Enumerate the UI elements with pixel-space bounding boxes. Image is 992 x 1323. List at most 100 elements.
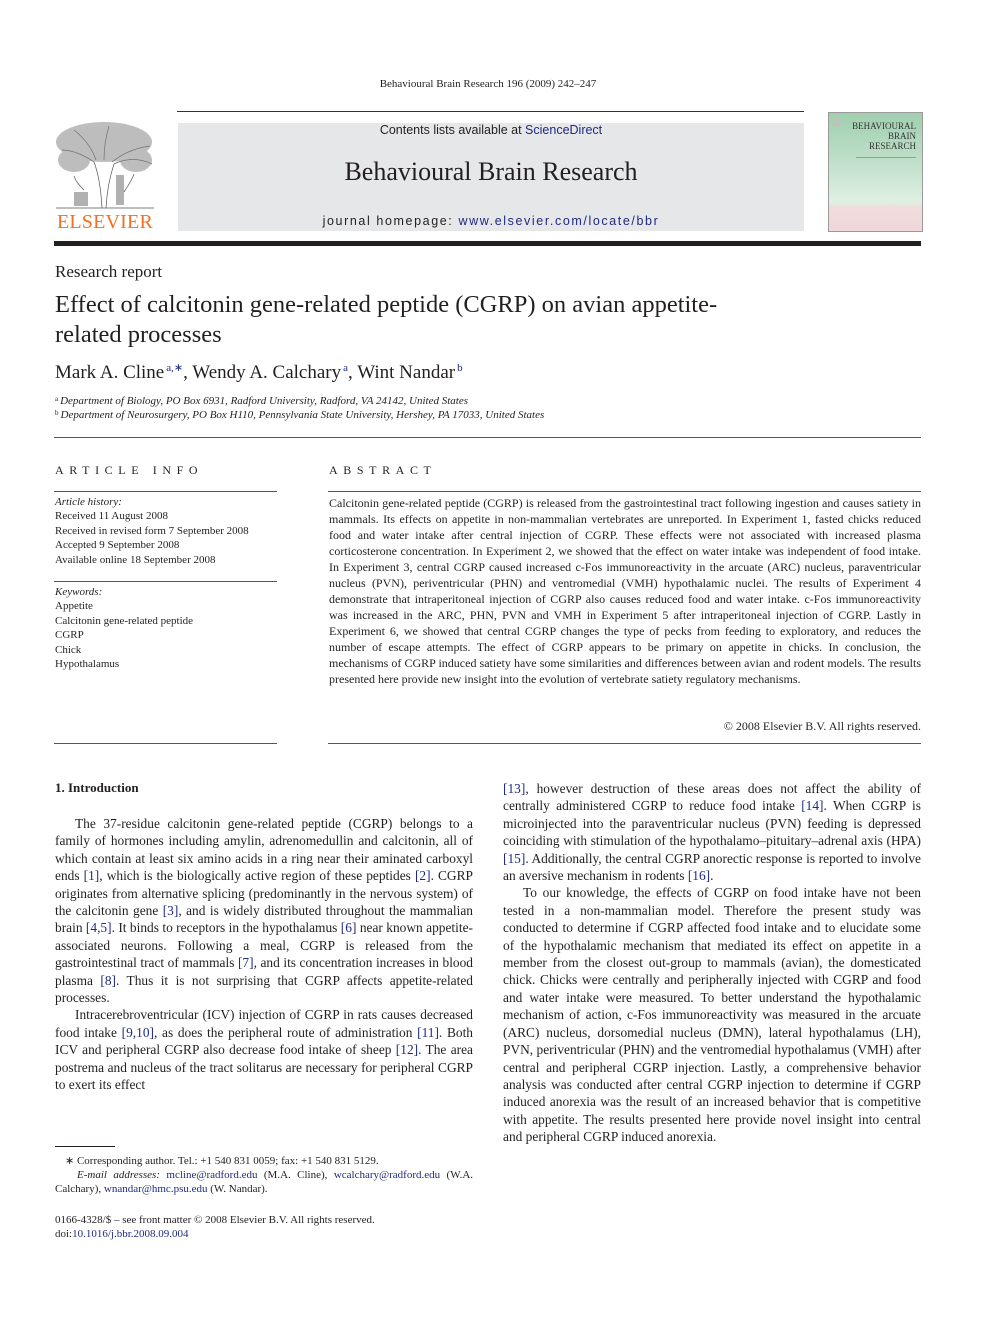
citation-link[interactable]: [1]: [84, 868, 100, 883]
affiliation-mark: a: [55, 395, 59, 403]
author-affiliation-mark[interactable]: a,∗: [166, 362, 183, 374]
journal-title: Behavioural Brain Research: [344, 157, 638, 186]
citation-link[interactable]: [12]: [396, 1042, 418, 1057]
homepage-line: journal homepage: www.elsevier.com/locat…: [178, 214, 804, 228]
keyword: CGRP: [55, 629, 84, 642]
body-column-right: [13], however destruction of these areas…: [503, 780, 921, 1146]
article-title: Effect of calcitonin gene-related peptid…: [55, 291, 718, 348]
citation-link[interactable]: [8]: [100, 973, 116, 988]
body-column-left: The 37-residue calcitonin gene-related p…: [55, 815, 473, 1094]
author-name: Wint Nandar: [357, 362, 456, 383]
author-affiliation-mark[interactable]: b: [457, 362, 463, 374]
section-divider: [54, 437, 921, 438]
elsevier-wordmark: ELSEVIER: [56, 211, 154, 233]
author-name: Mark A. Cline: [55, 362, 165, 383]
citation-link[interactable]: [4,5]: [86, 920, 112, 935]
citation-link[interactable]: [2]: [415, 868, 431, 883]
journal-cover-thumbnail[interactable]: BEHAVIOURAL BRAIN RESEARCH: [828, 112, 923, 232]
doi-link[interactable]: 10.1016/j.bbr.2008.09.004: [72, 1228, 188, 1240]
paragraph: [13], however destruction of these areas…: [503, 780, 921, 884]
homepage-prefix: journal homepage:: [322, 214, 459, 228]
article-history-label: Article history:: [55, 496, 122, 508]
footnote-rule: [55, 1146, 115, 1147]
affiliation-mark: b: [55, 409, 59, 417]
section-heading-introduction: 1. Introduction: [55, 780, 139, 795]
cover-title-line: RESEARCH: [868, 141, 916, 151]
history-entry: Received 11 August 2008: [55, 510, 168, 523]
sciencedirect-link[interactable]: ScienceDirect: [525, 123, 602, 137]
cover-title-line: BRAIN: [887, 131, 916, 141]
article-info-divider: [54, 491, 277, 492]
masthead-bottom-rule: [54, 241, 921, 246]
contents-line: Contents lists available at ScienceDirec…: [178, 123, 804, 137]
tree-icon: [56, 122, 154, 209]
corresponding-author-note: ∗ Corresponding author. Tel.: +1 540 831…: [65, 1155, 379, 1167]
email-owner: (M.A. Cline),: [263, 1169, 328, 1181]
email-owner: (W. Nandar).: [210, 1183, 268, 1196]
citation-link[interactable]: [13]: [503, 781, 525, 796]
keyword: Calcitonin gene-related peptide: [55, 614, 194, 627]
article-info-divider: [54, 743, 277, 744]
running-head: Behavioural Brain Research 196 (2009) 24…: [379, 78, 597, 90]
paragraph: The 37-residue calcitonin gene-related p…: [55, 815, 473, 1006]
email-label: E-mail addresses:: [77, 1169, 160, 1181]
article-type: Research report: [55, 262, 163, 281]
cover-title: BEHAVIOURAL BRAIN RESEARCH: [852, 121, 916, 151]
history-entry: Received in revised form 7 September 200…: [55, 524, 249, 537]
author-list: Mark A. Cline a,∗, Wendy A. Calchary a, Wi…: [55, 361, 463, 384]
doi-prefix: doi:: [55, 1228, 73, 1240]
article-info-heading: ARTICLE INFO: [55, 463, 204, 477]
cover-logo-icon: [833, 117, 841, 127]
citation-link[interactable]: [11]: [417, 1025, 439, 1040]
email-link[interactable]: mcline@radford.edu: [166, 1169, 257, 1181]
paragraph-text: , which is the biologically active regio…: [99, 868, 415, 884]
keywords-label: Keywords:: [55, 586, 103, 598]
citation-link[interactable]: [3]: [163, 903, 179, 918]
citation-link[interactable]: [9,10]: [122, 1025, 154, 1040]
header-rule: [177, 111, 804, 112]
author-separator: ,: [183, 362, 193, 383]
affiliation: a Department of Biology, PO Box 6931, Rad…: [55, 395, 468, 407]
contents-prefix: Contents lists available at: [379, 123, 526, 137]
keyword: Hypothalamus: [55, 658, 120, 671]
elsevier-logo[interactable]: ELSEVIER: [54, 120, 156, 234]
email-link[interactable]: wcalchary@radford.edu: [334, 1169, 440, 1181]
cover-title-line: BEHAVIOURAL: [852, 121, 916, 131]
abstract-divider: [328, 491, 921, 492]
paragraph-text: . Thus it is not surprising that CGRP af…: [55, 972, 473, 1006]
paragraph-text: , as does the peripheral route of admini…: [153, 1024, 418, 1040]
abstract-divider: [328, 743, 921, 744]
keywords: Keywords: Appetite Calcitonin gene-relat…: [55, 585, 280, 671]
cover-subtitle-rule: [856, 157, 916, 160]
paragraph: To our knowledge, the effects of CGRP on…: [503, 884, 921, 1145]
keyword: Appetite: [55, 600, 93, 613]
paragraph-text: .: [710, 868, 714, 884]
citation-link[interactable]: [14]: [801, 798, 823, 813]
masthead: Contents lists available at ScienceDirec…: [178, 123, 804, 231]
journal-homepage-link[interactable]: www.elsevier.com/locate/bbr: [458, 214, 659, 228]
abstract-copyright: © 2008 Elsevier B.V. All rights reserved…: [723, 719, 921, 733]
author-name: Wendy A. Calchary: [192, 362, 342, 383]
front-matter-note: 0166-4328/$ – see front matter © 2008 El…: [55, 1214, 375, 1226]
affiliation-text: Department of Biology, PO Box 6931, Radf…: [60, 395, 468, 407]
paragraph-text: To our knowledge, the effects of CGRP on…: [503, 885, 921, 1145]
doi-line: doi:10.1016/j.bbr.2008.09.004: [55, 1227, 473, 1241]
email-link[interactable]: wnandar@hmc.psu.edu: [104, 1183, 208, 1195]
citation-link[interactable]: [16]: [688, 868, 710, 883]
article-info-divider: [54, 581, 277, 582]
author-separator: ,: [348, 362, 358, 383]
affiliation-text: Department of Neurosurgery, PO Box H110,…: [60, 409, 545, 421]
article-history: Article history: Received 11 August 2008…: [55, 495, 280, 567]
keyword: Chick: [55, 643, 82, 656]
email-addresses: E-mail addresses: mcline@radford.edu (M.…: [55, 1168, 473, 1197]
citation-link[interactable]: [6]: [341, 920, 357, 935]
affiliation: b Department of Neurosurgery, PO Box H110…: [55, 409, 544, 421]
citation-link[interactable]: [15]: [503, 851, 525, 866]
paragraph: Intracerebroventricular (ICV) injection …: [55, 1006, 473, 1093]
citation-link[interactable]: [7]: [238, 955, 254, 970]
abstract-heading: ABSTRACT: [329, 463, 437, 477]
history-entry: Available online 18 September 2008: [55, 553, 216, 566]
abstract-text: Calcitonin gene-related peptide (CGRP) i…: [329, 496, 921, 686]
history-entry: Accepted 9 September 2008: [55, 539, 180, 552]
paragraph-text: . It binds to receptors in the hypothala…: [111, 920, 341, 936]
